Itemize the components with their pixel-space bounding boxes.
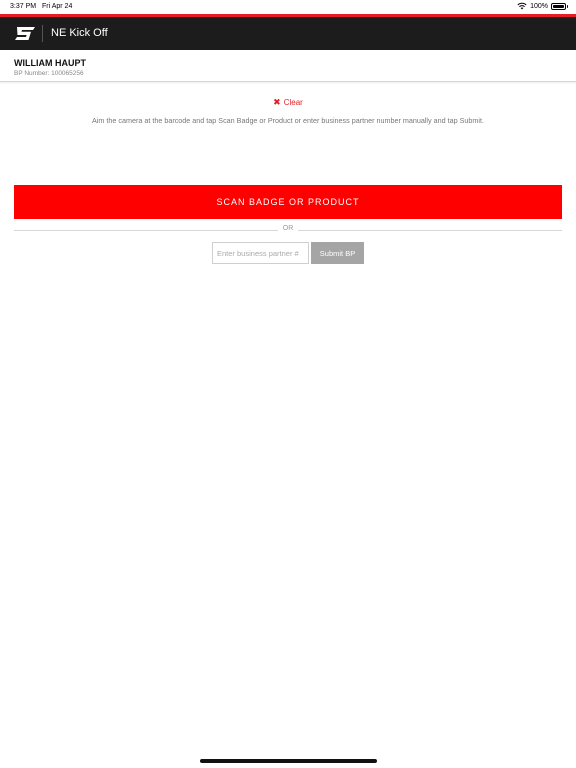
home-indicator[interactable] xyxy=(200,759,377,763)
divider-line-right xyxy=(298,230,562,231)
status-indicators: 100% xyxy=(517,2,568,10)
app-title: NE Kick Off xyxy=(51,27,108,39)
submit-bp-button[interactable]: Submit BP xyxy=(311,242,364,264)
bp-number: BP Number: 100065256 xyxy=(14,70,84,77)
clear-label: Clear xyxy=(283,98,303,107)
business-partner-input[interactable] xyxy=(212,242,309,264)
app-header: NE Kick Off xyxy=(0,17,576,50)
wifi-icon xyxy=(517,2,527,10)
close-icon: ✖ xyxy=(273,97,281,107)
clear-button[interactable]: ✖ Clear xyxy=(0,97,576,108)
status-date: Fri Apr 24 xyxy=(42,3,73,10)
or-divider: OR xyxy=(14,225,562,235)
snap-on-logo-icon[interactable] xyxy=(14,25,38,42)
status-bar: 3:37 PM Fri Apr 24 100% xyxy=(0,0,576,14)
logo-divider xyxy=(42,25,43,42)
user-name: WILLIAM HAUPT xyxy=(14,58,86,68)
battery-icon xyxy=(551,2,568,10)
scan-instructions: Aim the camera at the barcode and tap Sc… xyxy=(92,116,484,125)
user-info-panel: WILLIAM HAUPT BP Number: 100065256 xyxy=(0,50,576,82)
status-time: 3:37 PM xyxy=(10,3,37,10)
scan-badge-button[interactable]: SCAN BADGE OR PRODUCT xyxy=(14,185,562,219)
battery-percent: 100% xyxy=(530,2,548,10)
